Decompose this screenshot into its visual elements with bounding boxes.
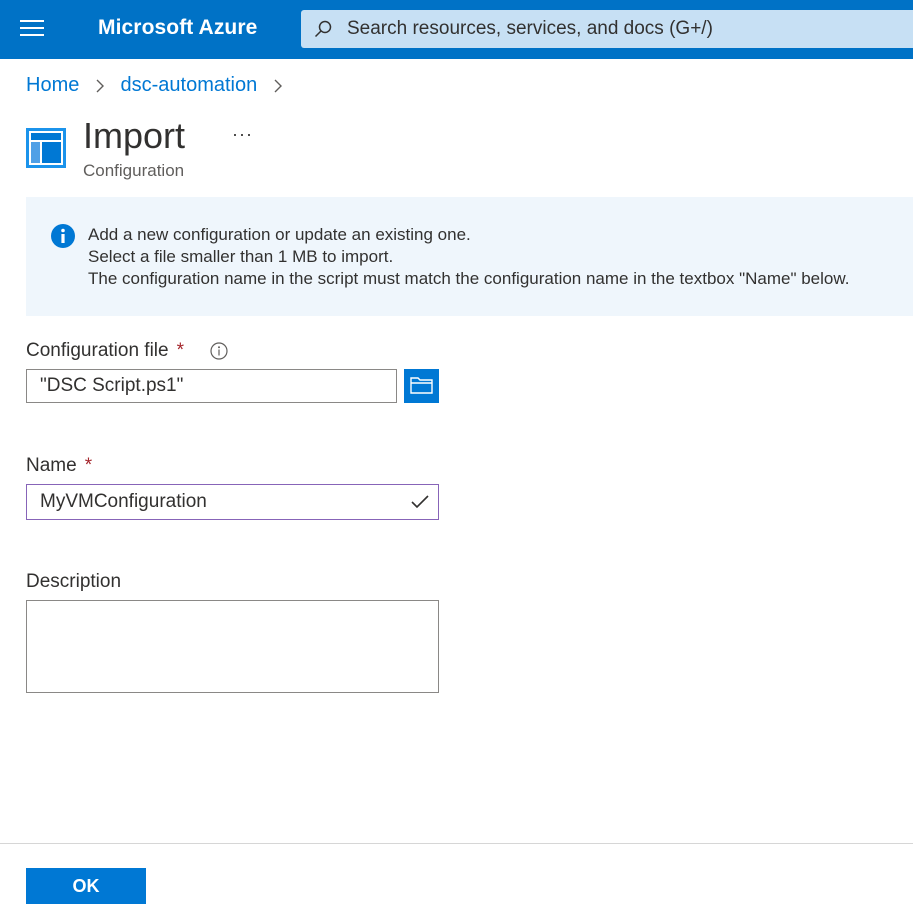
required-marker: * bbox=[176, 340, 184, 361]
configuration-file-label: Configuration file * bbox=[26, 340, 184, 362]
banner-line: Select a file smaller than 1 MB to impor… bbox=[88, 247, 394, 266]
description-textarea[interactable] bbox=[26, 600, 439, 693]
name-label: Name * bbox=[26, 455, 92, 477]
banner-line: Add a new configuration or update an exi… bbox=[88, 225, 471, 244]
configuration-file-input[interactable]: "DSC Script.ps1" bbox=[26, 369, 397, 403]
chevron-right-icon bbox=[95, 74, 105, 97]
folder-icon bbox=[410, 377, 433, 394]
description-label-text: Description bbox=[26, 571, 122, 592]
name-input[interactable]: MyVMConfiguration bbox=[26, 484, 439, 520]
info-icon bbox=[51, 224, 75, 248]
brand-title[interactable]: Microsoft Azure bbox=[98, 16, 257, 40]
configuration-file-value: "DSC Script.ps1" bbox=[40, 375, 184, 396]
chevron-right-icon bbox=[273, 74, 283, 97]
name-value: MyVMConfiguration bbox=[40, 491, 207, 512]
breadcrumb-home-link[interactable]: Home bbox=[26, 74, 79, 96]
info-banner: Add a new configuration or update an exi… bbox=[26, 197, 913, 316]
more-options-button[interactable]: ··· bbox=[232, 124, 253, 145]
page-subtitle: Configuration bbox=[83, 161, 185, 180]
description-label: Description bbox=[26, 571, 121, 593]
breadcrumb: Home dsc-automation bbox=[26, 74, 293, 97]
name-label-text: Name bbox=[26, 455, 77, 476]
page-title: Import bbox=[83, 115, 186, 156]
banner-message: Add a new configuration or update an exi… bbox=[88, 224, 849, 290]
ok-button[interactable]: OK bbox=[26, 868, 146, 904]
search-icon bbox=[314, 20, 332, 38]
banner-line: The configuration name in the script mus… bbox=[88, 269, 850, 288]
breadcrumb-dsc-automation-link[interactable]: dsc-automation bbox=[120, 74, 257, 96]
global-search-input[interactable]: Search resources, services, and docs (G+… bbox=[301, 10, 913, 48]
configuration-file-label-text: Configuration file bbox=[26, 340, 169, 361]
checkmark-icon bbox=[411, 495, 429, 509]
search-placeholder: Search resources, services, and docs (G+… bbox=[347, 18, 713, 39]
footer-divider bbox=[0, 843, 913, 844]
configuration-blade-icon bbox=[26, 128, 66, 168]
info-tooltip-icon[interactable] bbox=[210, 342, 228, 360]
top-nav-bar: Microsoft Azure Search resources, servic… bbox=[0, 0, 913, 59]
browse-file-button[interactable] bbox=[404, 369, 439, 403]
hamburger-menu-icon[interactable] bbox=[20, 20, 44, 38]
required-marker: * bbox=[84, 455, 93, 476]
